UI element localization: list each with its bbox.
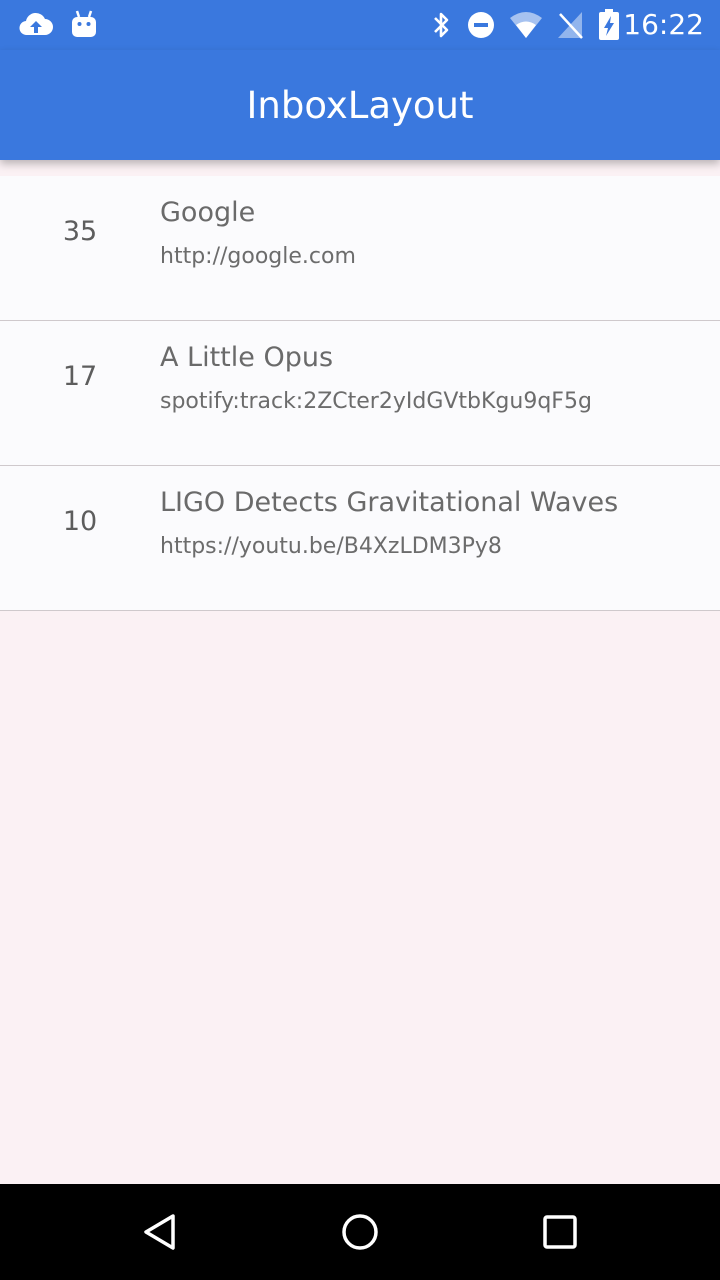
navigation-bar — [0, 1184, 720, 1280]
item-count: 35 — [62, 216, 98, 247]
recents-icon — [543, 1215, 577, 1249]
item-title: LIGO Detects Gravitational Waves — [160, 487, 619, 518]
android-icon — [70, 9, 98, 44]
wifi-icon — [508, 9, 544, 46]
item-url: https://youtu.be/B4XzLDM3Py8 — [160, 534, 502, 559]
battery-charging-icon — [598, 9, 620, 46]
item-count: 10 — [62, 506, 98, 537]
page-title: InboxLayout — [246, 83, 474, 127]
back-icon — [144, 1214, 175, 1250]
bluetooth-icon — [430, 9, 452, 46]
status-time: 16:22 — [623, 8, 704, 41]
recents-button[interactable] — [536, 1208, 584, 1256]
home-button[interactable] — [336, 1208, 384, 1256]
inbox-list: 35 Google http://google.com 17 A Little … — [0, 176, 720, 611]
item-url: http://google.com — [160, 244, 356, 269]
do-not-disturb-icon — [466, 9, 496, 46]
app-bar: InboxLayout — [0, 50, 720, 160]
back-button[interactable] — [136, 1208, 184, 1256]
cloud-upload-icon — [18, 9, 54, 46]
list-item[interactable]: 17 A Little Opus spotify:track:2ZCter2yI… — [0, 321, 720, 466]
no-signal-icon — [556, 9, 584, 46]
item-title: A Little Opus — [160, 342, 334, 373]
status-bar: 16:22 — [0, 0, 720, 50]
item-title: Google — [160, 197, 256, 228]
item-url: spotify:track:2ZCter2yIdGVtbKgu9qF5g — [160, 389, 592, 414]
list-item[interactable]: 35 Google http://google.com — [0, 176, 720, 321]
list-item[interactable]: 10 LIGO Detects Gravitational Waves http… — [0, 466, 720, 611]
item-count: 17 — [62, 361, 98, 392]
home-icon — [342, 1214, 378, 1250]
